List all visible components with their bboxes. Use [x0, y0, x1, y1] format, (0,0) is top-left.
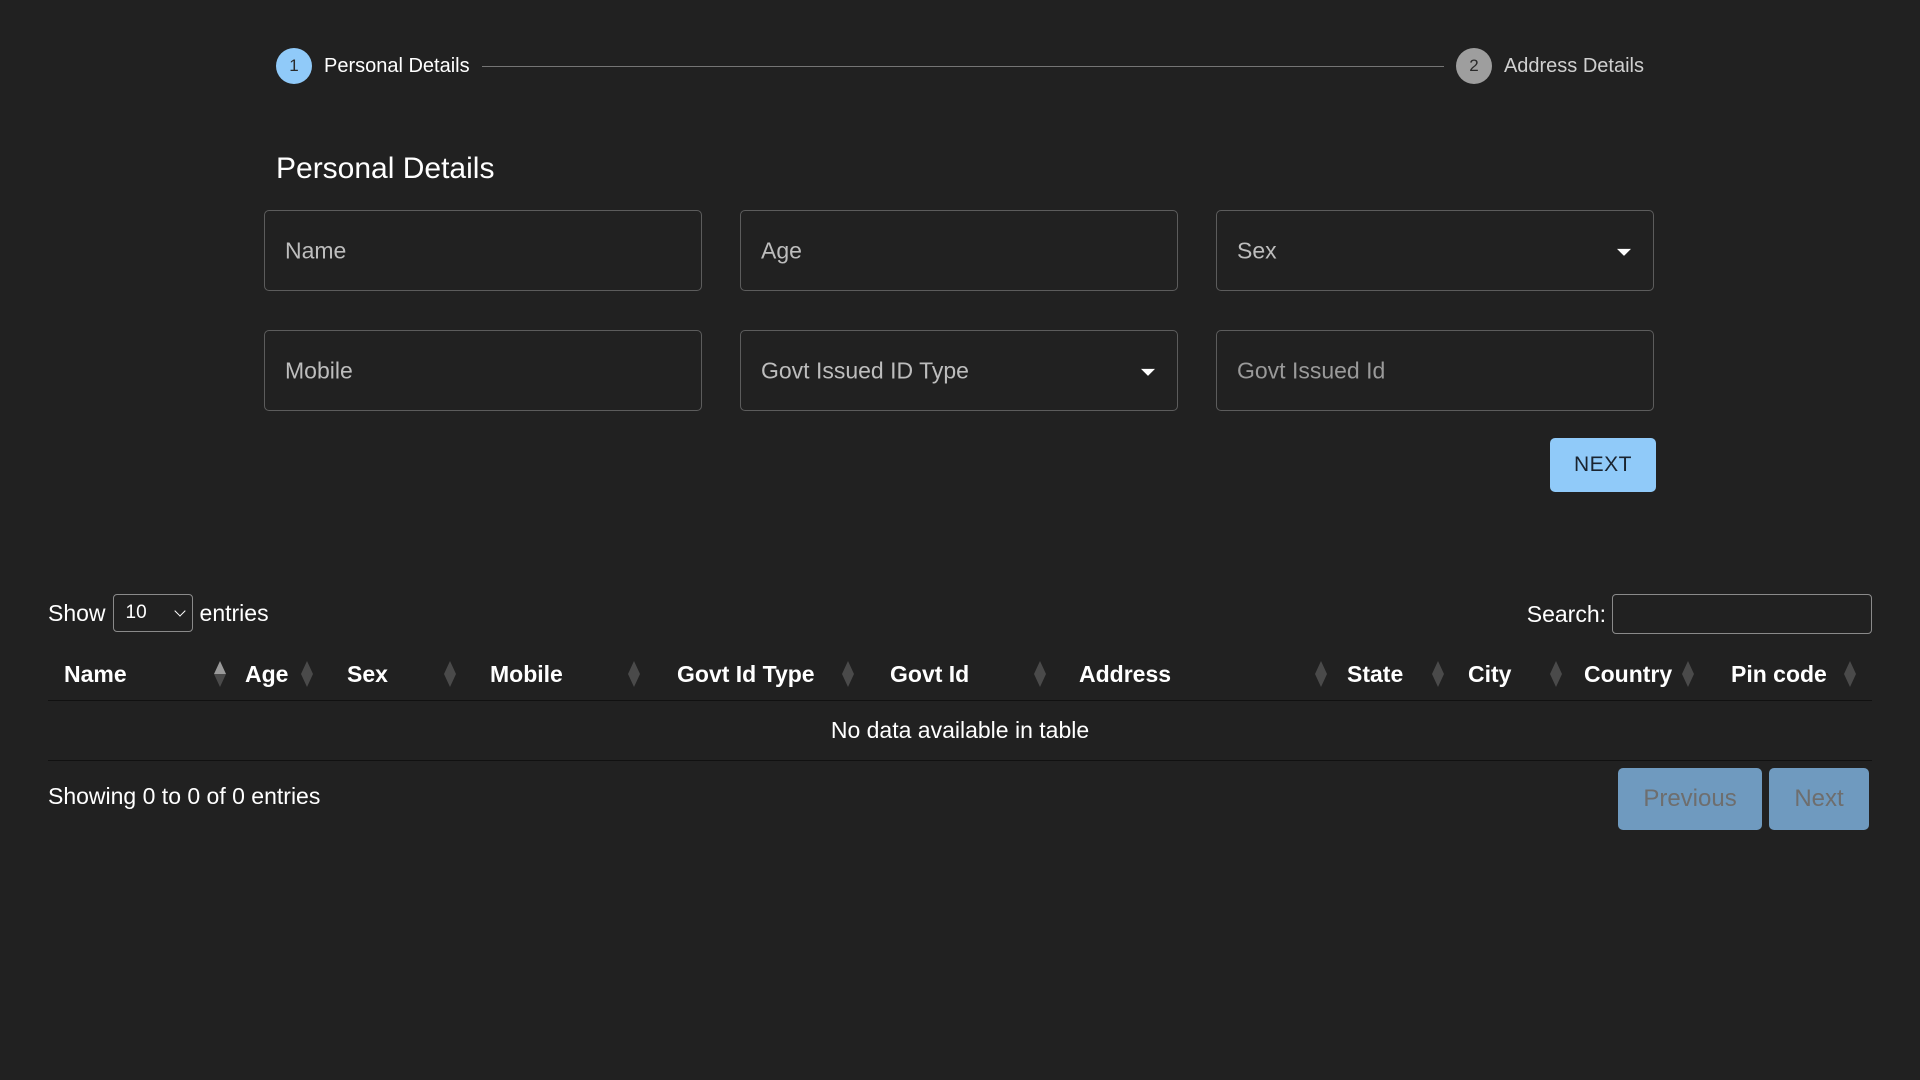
column-label: Address	[1079, 660, 1172, 687]
table-header: Name Age Sex Mobile Govt Id Type Govt Id…	[48, 648, 1872, 701]
dropdown-arrow-icon	[1141, 368, 1155, 376]
search-input[interactable]	[1612, 594, 1872, 634]
column-header-age[interactable]: Age	[245, 648, 325, 700]
column-header-govt-id-type[interactable]: Govt Id Type	[677, 648, 867, 700]
govt-id-input[interactable]: Govt Issued Id	[1216, 330, 1654, 411]
dropdown-arrow-icon	[1617, 248, 1631, 256]
search-label: Search:	[1526, 600, 1606, 627]
column-header-sex[interactable]: Sex	[347, 648, 467, 700]
column-header-country[interactable]: Country	[1584, 648, 1714, 700]
table-empty-row: No data available in table	[48, 701, 1872, 761]
govt-id-placeholder: Govt Issued Id	[1237, 357, 1386, 383]
sort-icon	[1844, 661, 1856, 687]
table-info: Showing 0 to 0 of 0 entries	[48, 783, 321, 809]
sex-label: Sex	[1237, 237, 1277, 263]
sort-icon	[1682, 661, 1694, 687]
chevron-down-icon	[173, 605, 186, 617]
sex-select[interactable]: Sex	[1216, 210, 1654, 291]
column-header-govt-id[interactable]: Govt Id	[890, 648, 1060, 700]
column-label: Mobile	[490, 660, 563, 687]
column-label: Country	[1584, 660, 1673, 687]
mobile-input[interactable]: Mobile	[264, 330, 702, 411]
column-label: Name	[64, 660, 127, 687]
sort-icon	[444, 661, 456, 687]
govt-id-type-select[interactable]: Govt Issued ID Type	[740, 330, 1178, 411]
column-header-mobile[interactable]: Mobile	[490, 648, 650, 700]
next-button[interactable]: NEXT	[1550, 438, 1656, 492]
step-label: Address Details	[1503, 54, 1644, 77]
sort-icon	[301, 661, 313, 687]
sort-ascending-icon	[214, 661, 226, 687]
entries-per-page-select[interactable]: 10	[112, 594, 193, 632]
sort-icon	[842, 661, 854, 687]
stepper: 1 Personal Details 2 Address Details	[276, 48, 1644, 84]
column-label: Sex	[347, 660, 388, 687]
mobile-placeholder: Mobile	[285, 357, 353, 383]
age-placeholder: Age	[761, 237, 802, 263]
step-number-badge: 1	[276, 48, 312, 84]
show-label: Show	[48, 599, 106, 626]
step-personal-details[interactable]: 1 Personal Details	[276, 48, 470, 84]
name-placeholder: Name	[285, 237, 347, 263]
section-title: Personal Details	[276, 152, 495, 185]
column-header-address[interactable]: Address	[1079, 648, 1339, 700]
entries-label: entries	[199, 599, 269, 626]
pagination-previous-button[interactable]: Previous	[1618, 768, 1762, 830]
step-address-details[interactable]: 2 Address Details	[1455, 48, 1644, 84]
entries-per-page-value: 10	[125, 602, 147, 623]
column-label: City	[1468, 660, 1512, 687]
govt-id-type-label: Govt Issued ID Type	[761, 357, 969, 383]
column-label: Govt Id Type	[677, 660, 815, 687]
column-label: State	[1347, 660, 1404, 687]
age-input[interactable]: Age	[740, 210, 1178, 291]
step-connector	[481, 65, 1444, 67]
pagination-next-button[interactable]: Next	[1769, 768, 1869, 830]
column-label: Govt Id	[890, 660, 970, 687]
name-input[interactable]: Name	[264, 210, 702, 291]
sort-icon	[1432, 661, 1444, 687]
column-header-state[interactable]: State	[1347, 648, 1457, 700]
column-label: Age	[245, 660, 289, 687]
sort-icon	[1034, 661, 1046, 687]
sort-icon	[1315, 661, 1327, 687]
column-header-pin-code[interactable]: Pin code	[1731, 648, 1871, 700]
step-label: Personal Details	[324, 54, 470, 77]
column-label: Pin code	[1731, 660, 1827, 687]
column-header-city[interactable]: City	[1468, 648, 1578, 700]
entries-length-control: Show 10 entries	[48, 594, 269, 632]
sort-icon	[628, 661, 640, 687]
table-search: Search:	[1527, 594, 1872, 634]
sort-icon	[1550, 661, 1562, 687]
step-number-badge: 2	[1455, 48, 1492, 84]
column-header-name[interactable]: Name	[64, 648, 226, 700]
